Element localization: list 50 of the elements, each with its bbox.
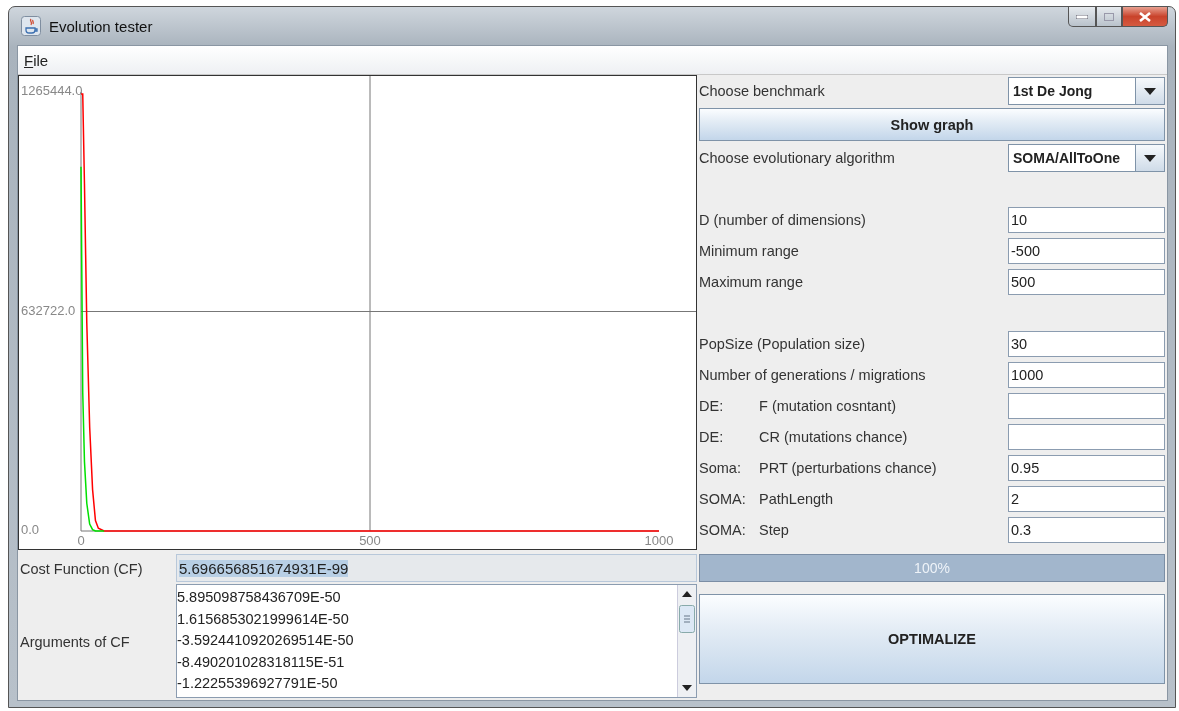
field-label: SOMA: PathLength	[699, 491, 835, 507]
optimize-button[interactable]: OPTIMALIZE	[699, 594, 1165, 684]
input-field[interactable]: 0.3	[1008, 517, 1165, 543]
maximize-button[interactable]	[1096, 7, 1122, 27]
field-label: SOMA: Step	[699, 522, 790, 538]
field-label: Arguments of CF	[19, 633, 131, 652]
close-button[interactable]	[1122, 7, 1168, 27]
input-field[interactable]: 0.95	[1008, 455, 1165, 481]
maximize-icon	[1104, 12, 1114, 21]
field-label: Number of generations / migrations	[699, 367, 927, 383]
caret-icon	[1144, 87, 1156, 95]
field-label: Soma: PRT (perturbations chance)	[699, 460, 938, 476]
field-label: Choose evolutionary algorithm	[699, 150, 896, 166]
scrollbar[interactable]	[677, 585, 696, 697]
input-field[interactable]: 500	[1008, 269, 1165, 295]
java-cup-icon	[21, 16, 41, 36]
output-field[interactable]: 5.696656851674931E-99	[176, 554, 697, 582]
x-tick-label: 0	[77, 533, 85, 548]
input-field[interactable]: -500	[1008, 238, 1165, 264]
input-field[interactable]: 10	[1008, 207, 1165, 233]
x-tick-label: 1000	[644, 533, 674, 548]
y-tick-label: 632722.0	[21, 302, 76, 318]
y-tick-label: 1265444.0	[21, 83, 83, 99]
field-label: Choose benchmark	[699, 83, 826, 99]
field-label: DE: CR (mutations chance)	[699, 429, 909, 445]
scroll-thumb[interactable]	[678, 605, 696, 633]
close-icon	[1139, 11, 1151, 22]
show-graph-button[interactable]: Show graph	[699, 108, 1165, 141]
input-field[interactable]	[1008, 424, 1165, 450]
minimize-button[interactable]	[1068, 7, 1096, 27]
input-field[interactable]: 1000	[1008, 362, 1165, 388]
text-area[interactable]: 5.895098758436709E-50 1.6156853021999614E-50 -3.5924410920269514E-50 -8.490201028318115E-51 -1.22255396927791E-50	[176, 584, 697, 698]
input-field[interactable]: 2	[1008, 486, 1165, 512]
window-title: Evolution tester	[49, 17, 153, 35]
progress-bar: 100%	[699, 554, 1165, 582]
field-label: D (number of dimensions)	[699, 212, 867, 228]
field-label: Cost Function (CF)	[19, 560, 144, 579]
benchmark-dropdown[interactable]: 1st De Jong	[1008, 77, 1165, 105]
field-label: DE: F (mutation cosntant)	[699, 398, 897, 414]
minimize-icon	[1076, 14, 1088, 19]
y-tick-label: 0.0	[21, 522, 40, 538]
algorithm-dropdown[interactable]: SOMA/AllToOne	[1008, 144, 1165, 172]
field-label: PopSize (Population size)	[699, 336, 867, 352]
input-field[interactable]	[1008, 393, 1165, 419]
menu-item[interactable]: File	[18, 51, 55, 69]
input-field[interactable]: 30	[1008, 331, 1165, 357]
caret-icon	[1144, 154, 1156, 162]
x-tick-label: 500	[359, 533, 381, 548]
field-label: Maximum range	[699, 274, 804, 290]
field-label: Minimum range	[699, 243, 800, 259]
